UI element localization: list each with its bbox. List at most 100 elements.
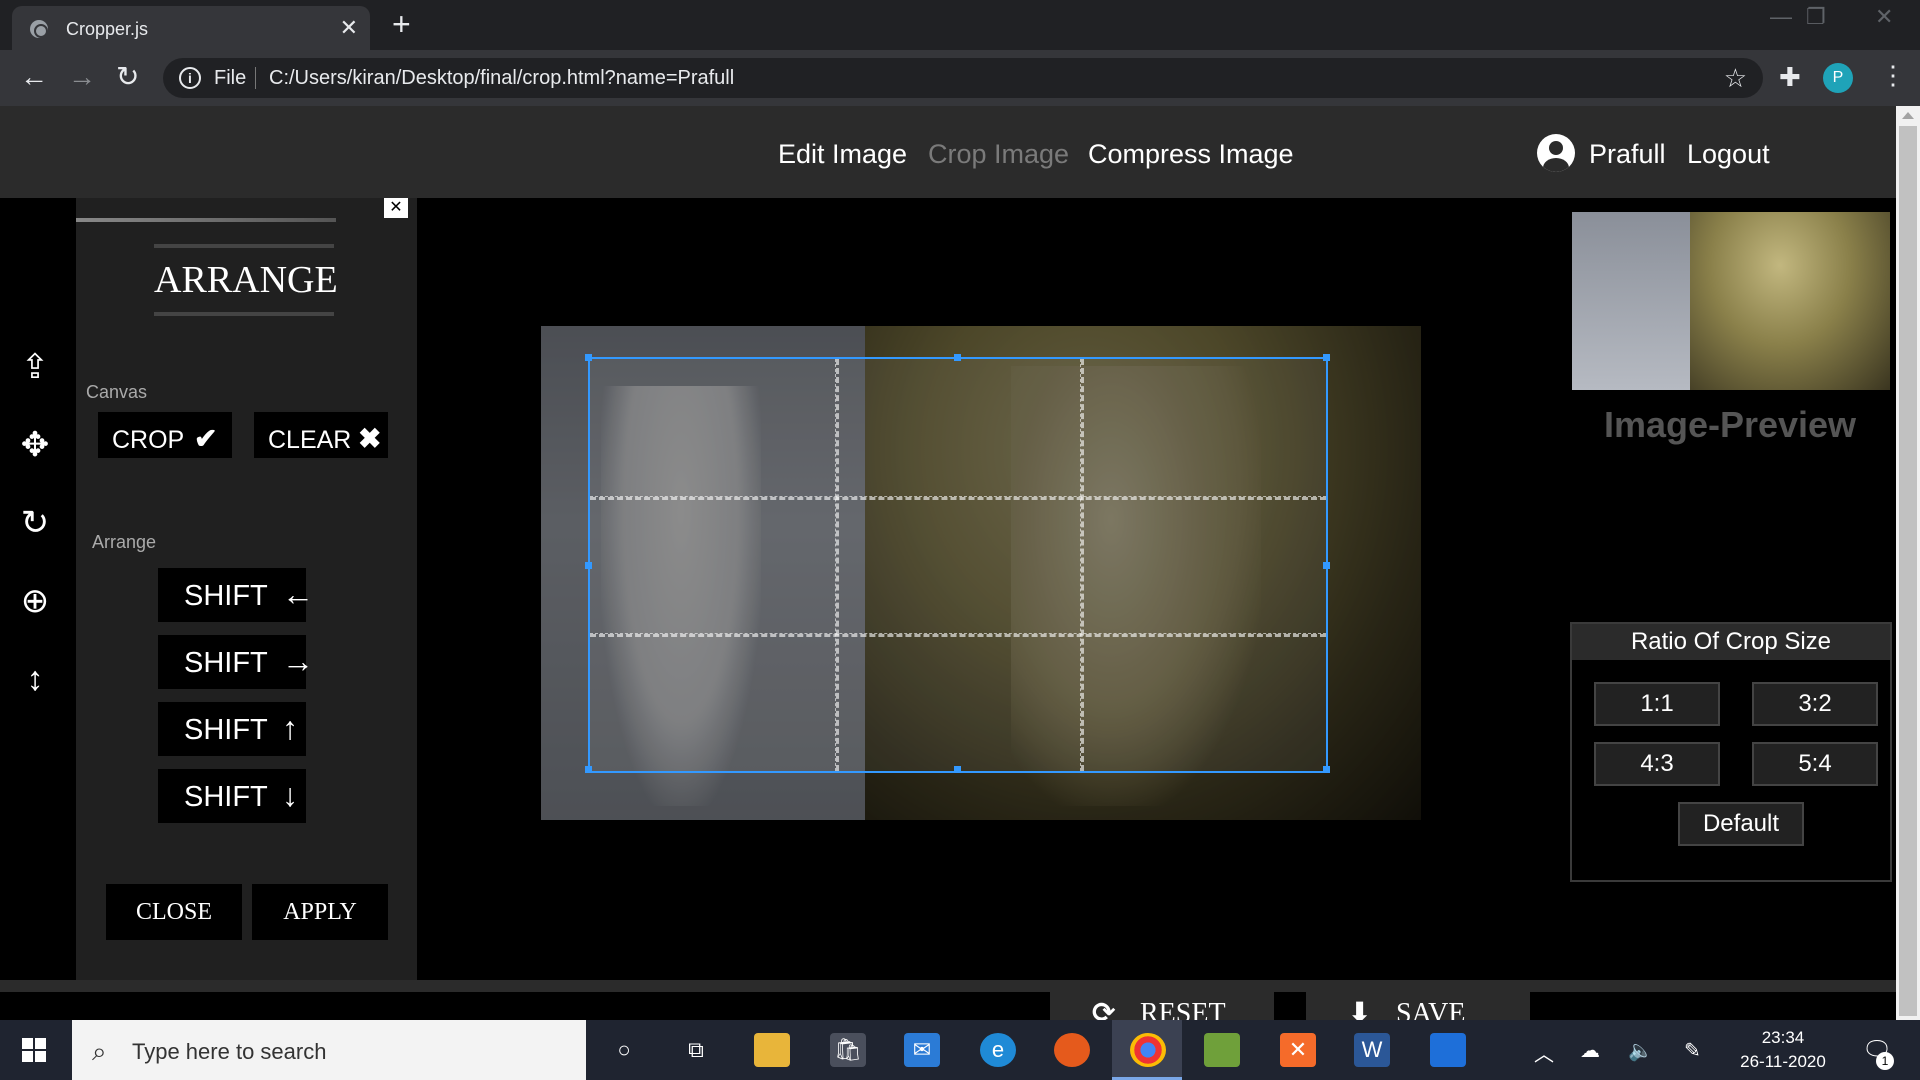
logout-link[interactable]: Logout <box>1687 139 1770 170</box>
minimize-icon[interactable]: — <box>1770 4 1792 30</box>
shift-down-button[interactable]: SHIFT ↓ <box>158 769 306 823</box>
window-close-icon[interactable]: ✕ <box>1875 4 1893 30</box>
upload-icon[interactable]: ⇪ <box>16 348 54 386</box>
handle-n[interactable] <box>954 354 961 361</box>
handle-se[interactable] <box>1323 766 1330 773</box>
rotate-icon[interactable]: ↻ <box>16 504 54 542</box>
move-icon[interactable]: ✥ <box>16 426 54 464</box>
store-icon[interactable]: 🛍 <box>830 1033 866 1067</box>
reload-icon[interactable]: ↻ <box>116 62 139 92</box>
tab-close-icon[interactable]: ✕ <box>340 15 358 41</box>
address-url[interactable]: C:/Users/kiran/Desktop/final/crop.html?n… <box>269 67 734 90</box>
edge-icon[interactable]: e <box>980 1033 1016 1067</box>
notification-count: 1 <box>1876 1052 1894 1070</box>
shift-up-button[interactable]: SHIFT ↑ <box>158 702 306 756</box>
zoom-in-icon[interactable]: ⊕ <box>16 582 54 620</box>
arrow-down-icon: ↓ <box>282 777 298 813</box>
file-explorer-icon[interactable] <box>754 1033 790 1067</box>
info-icon[interactable]: i <box>179 67 201 89</box>
tool-icon-strip: ⇪ ✥ ↻ ⊕ ↕ <box>0 198 64 988</box>
panel-close-icon[interactable]: ✕ <box>384 198 408 218</box>
new-tab-button[interactable]: + <box>392 7 411 41</box>
ratio-4-3-button[interactable]: 4:3 <box>1594 742 1720 786</box>
extensions-icon[interactable]: ✚ <box>1779 62 1801 93</box>
shift-right-button[interactable]: SHIFT → <box>158 635 314 689</box>
clear-button[interactable]: CLEAR ✖ <box>254 412 388 458</box>
pen-icon[interactable]: ✎ <box>1684 1038 1701 1063</box>
handle-e[interactable] <box>1323 562 1330 569</box>
browser-tabbar: Cropper.js ✕ + — ❐ ✕ <box>0 0 1920 50</box>
page: Edit Image Crop Image Compress Image Pra… <box>0 106 1896 1020</box>
clock-date: 26-11-2020 <box>1740 1052 1826 1071</box>
grid-line-h1 <box>590 496 1326 500</box>
handle-nw[interactable] <box>585 354 592 361</box>
nav-compress-image[interactable]: Compress Image <box>1088 139 1294 170</box>
forward-icon[interactable]: → <box>68 62 96 92</box>
chrome-icon[interactable] <box>1130 1033 1166 1067</box>
back-icon[interactable]: ← <box>20 62 48 92</box>
save-button[interactable]: ⬇ SAVE <box>1306 986 1530 1020</box>
taskbar-search[interactable]: ⌕ Type here to search <box>72 1020 586 1080</box>
grid-line-v1 <box>835 359 839 771</box>
ratio-3-2-button[interactable]: 3:2 <box>1752 682 1878 726</box>
apply-button[interactable]: APPLY <box>252 884 388 940</box>
arrange-label: Arrange <box>92 532 157 552</box>
xampp-icon[interactable]: ✕ <box>1280 1033 1316 1067</box>
profile-avatar[interactable]: P <box>1823 63 1853 93</box>
browser-toolbar: ← → ↻ i File C:/Users/kiran/Desktop/fina… <box>0 50 1920 106</box>
handle-ne[interactable] <box>1323 354 1330 361</box>
notepad-plus-icon[interactable] <box>1204 1033 1240 1067</box>
image-preview-title: Image-Preview <box>1603 404 1857 445</box>
ratio-5-4-button[interactable]: 5:4 <box>1752 742 1878 786</box>
clock-time: 23:34 <box>1761 1028 1805 1047</box>
address-bar[interactable]: i File C:/Users/kiran/Desktop/final/crop… <box>163 58 1763 98</box>
source-image[interactable] <box>541 326 1421 820</box>
cortana-icon[interactable]: ○ <box>606 1033 642 1067</box>
onedrive-icon[interactable]: ☁ <box>1580 1038 1600 1063</box>
crop-button[interactable]: CROP ✔ <box>98 412 232 458</box>
photos-icon[interactable] <box>1430 1033 1466 1067</box>
browser-tab[interactable]: Cropper.js ✕ <box>12 6 370 50</box>
volume-icon[interactable]: 🔈 <box>1628 1038 1653 1063</box>
crop-button-label: CROP <box>112 426 185 454</box>
handle-s[interactable] <box>954 766 961 773</box>
ratio-1-1-button[interactable]: 1:1 <box>1594 682 1720 726</box>
grid-line-v2 <box>1080 359 1084 771</box>
arrow-up-icon: ↑ <box>282 710 298 746</box>
preview-panel: Image-Preview Ratio Of Crop Size 1:1 3:2… <box>1564 198 1896 988</box>
shift-left-label: SHIFT <box>184 580 268 612</box>
scroll-thumb[interactable] <box>1899 126 1917 1016</box>
close-button[interactable]: CLOSE <box>106 884 242 940</box>
check-icon: ✔ <box>194 423 218 454</box>
handle-w[interactable] <box>585 562 592 569</box>
firefox-icon[interactable] <box>1054 1033 1090 1067</box>
task-view-icon[interactable]: ⧉ <box>678 1033 714 1067</box>
shift-down-label: SHIFT <box>184 781 268 813</box>
browser-menu-icon[interactable]: ⋮ <box>1880 60 1906 91</box>
nav-edit-image[interactable]: Edit Image <box>778 139 907 170</box>
tab-title: Cropper.js <box>66 19 149 39</box>
scroll-up-icon[interactable] <box>1902 112 1914 119</box>
bookmark-star-icon[interactable]: ☆ <box>1724 63 1747 94</box>
mail-icon[interactable]: ✉ <box>904 1033 940 1067</box>
shift-left-button[interactable]: SHIFT ← <box>158 568 314 622</box>
restore-icon[interactable]: ❐ <box>1806 4 1826 30</box>
nav-crop-image[interactable]: Crop Image <box>928 139 1069 170</box>
page-scrollbar[interactable] <box>1896 106 1920 1020</box>
user-name[interactable]: Prafull <box>1589 139 1666 170</box>
windows-start-icon[interactable] <box>22 1038 46 1062</box>
shift-up-label: SHIFT <box>184 714 268 746</box>
crop-box[interactable] <box>585 354 1330 773</box>
tray-chevron-icon[interactable]: ︿ <box>1534 1038 1554 1067</box>
ratio-default-button[interactable]: Default <box>1678 802 1804 846</box>
flip-vertical-icon[interactable]: ↕ <box>16 660 54 698</box>
handle-sw[interactable] <box>585 766 592 773</box>
user-icon <box>1537 134 1575 172</box>
reset-button[interactable]: ⟳ RESET <box>1050 986 1274 1020</box>
clock[interactable]: 23:34 26-11-2020 <box>1738 1026 1828 1074</box>
taskbar-search-placeholder: Type here to search <box>132 1039 327 1064</box>
word-icon[interactable]: W <box>1354 1033 1390 1067</box>
reset-label: RESET <box>1140 998 1226 1020</box>
cropper-container <box>429 198 1552 988</box>
preview-left-half <box>1572 212 1690 390</box>
